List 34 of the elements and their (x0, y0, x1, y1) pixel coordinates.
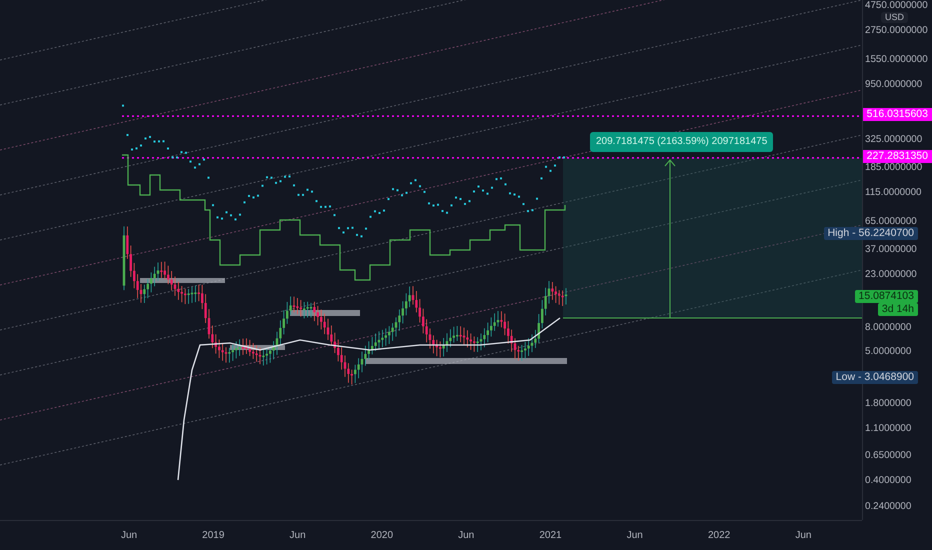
time-tick-label: 2019 (202, 530, 224, 541)
price-tick-label: 0.2400000 (865, 501, 912, 514)
price-tick-label: 0.4000000 (865, 474, 912, 487)
time-tick-label: Jun (795, 530, 812, 541)
countdown-label: 3d 14h (878, 303, 918, 316)
price-tick-label: 37.0000000 (865, 244, 917, 256)
price-tick-label: 950.0000000 (865, 79, 922, 92)
price-tick-label: 8.0000000 (865, 322, 912, 334)
time-tick-label: Jun (458, 530, 474, 541)
price-label: 516.0315603 (862, 108, 932, 122)
time-tick-label: Jun (120, 530, 138, 541)
price-tick-label: 0.6500000 (865, 450, 912, 462)
time-tick-label: 2022 (708, 530, 730, 541)
price-tick-label: 5.0000000 (865, 346, 912, 358)
measure-label: 209.7181475 (2163.59%) 2097181475 (590, 132, 774, 152)
currency-label: USD (881, 12, 908, 23)
price-tick-label: 185.0000000 (865, 162, 922, 174)
price-label: 227.2831350 (862, 150, 932, 163)
price-tick-label: 65.0000000 (865, 216, 917, 228)
time-tick-label: 2020 (370, 530, 394, 541)
price-label: High - 56.2240700 (824, 227, 918, 240)
price-tick-label: 2750.0000000 (865, 24, 928, 37)
price-tick-label: 115.0000000 (865, 186, 922, 199)
price-tick-label: 1.8000000 (865, 398, 912, 410)
price-tick-label: 1.1000000 (865, 423, 912, 436)
time-tick-label: Jun (626, 530, 643, 541)
price-label: 15.0874103 (854, 290, 918, 303)
price-tick-label: 4750.0000000 (865, 0, 928, 12)
price-label: Low - 3.0468900 (832, 371, 918, 384)
time-tick-label: Jun (290, 530, 306, 541)
price-tick-label: 325.0000000 (865, 134, 922, 146)
price-tick-label: 23.0000000 (865, 268, 917, 281)
time-tick-label: 2021 (539, 530, 562, 541)
price-tick-label: 1550.0000000 (865, 54, 928, 66)
